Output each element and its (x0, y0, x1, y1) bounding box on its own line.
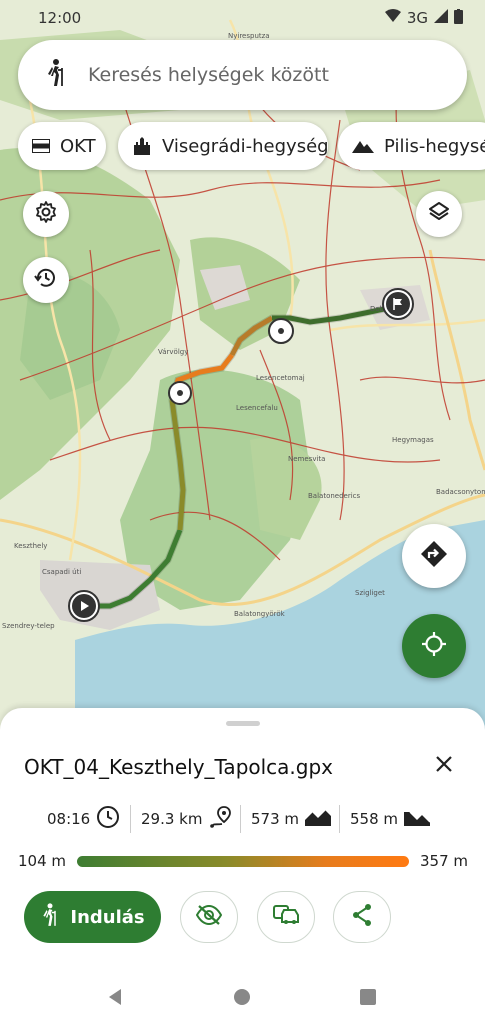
start-label: Indulás (70, 906, 145, 928)
chip-label: Visegrádi-hegység (162, 135, 329, 157)
search-bar[interactable]: Keresés helységek között (18, 40, 467, 110)
route-title: OKT_04_Keszthely_Tapolca.gpx (24, 755, 334, 779)
layers-icon (427, 200, 451, 228)
stat-descent: 558 m (350, 808, 431, 830)
svg-text:Nemesvita: Nemesvita (288, 455, 325, 463)
status-bar: 12:00 3G (0, 0, 485, 36)
sheet-drag-handle[interactable] (226, 721, 260, 726)
hide-route-button[interactable] (180, 891, 238, 943)
chip-okt[interactable]: OKT (18, 122, 106, 170)
route-distance-icon (208, 805, 232, 833)
chip-label: Pilis-hegység (384, 135, 485, 157)
svg-text:Balatonederics: Balatonederics (308, 492, 361, 500)
min-elevation: 104 m (18, 852, 67, 870)
history-button[interactable] (23, 257, 69, 303)
svg-text:Lesencetomaj: Lesencetomaj (256, 374, 305, 382)
transport-button[interactable] (257, 891, 315, 943)
hiker-icon (40, 902, 60, 933)
network-type: 3G (406, 9, 428, 27)
svg-text:Balatongyörök: Balatongyörök (234, 610, 286, 618)
route-start-marker[interactable] (68, 590, 100, 622)
my-location-button[interactable] (402, 614, 466, 678)
system-nav-bar (0, 970, 485, 1024)
elevation-range: 104 m 357 m (0, 850, 485, 872)
hiker-icon (44, 58, 68, 92)
svg-text:Várvölgy: Várvölgy (158, 348, 188, 356)
stat-ascent: 573 m (251, 808, 332, 830)
crosshair-icon (420, 630, 448, 662)
home-icon[interactable] (233, 988, 251, 1010)
close-button[interactable] (430, 752, 458, 780)
share-icon (351, 903, 373, 931)
svg-text:Lesencefalu: Lesencefalu (236, 404, 278, 412)
share-button[interactable] (333, 891, 391, 943)
route-end-marker[interactable] (382, 288, 414, 320)
elevation-gradient-bar (77, 856, 409, 867)
max-elevation: 357 m (420, 852, 469, 870)
route-stats: 08:16 29.3 km 573 m 558 m (0, 804, 485, 834)
castle-icon (132, 137, 152, 155)
svg-text:Badacsonytomaj: Badacsonytomaj (436, 488, 485, 496)
trail-mark-icon (32, 139, 50, 153)
svg-text:Szigliget: Szigliget (355, 589, 385, 597)
close-icon (435, 755, 453, 777)
stat-distance: 29.3 km (141, 805, 232, 833)
route-actions: Indulás (0, 891, 485, 943)
start-navigation-button[interactable]: Indulás (24, 891, 161, 943)
signal-icon (434, 9, 448, 27)
settings-button[interactable] (23, 191, 69, 237)
chip-pilis-hegyseg[interactable]: Pilis-hegység (338, 122, 485, 170)
search-input[interactable]: Keresés helységek között (88, 64, 329, 86)
wifi-icon (384, 9, 401, 27)
svg-text:Hegymagas: Hegymagas (392, 436, 434, 444)
stat-duration: 08:16 (47, 805, 120, 833)
duration-value: 08:16 (47, 810, 91, 828)
svg-text:Szendrey-telep: Szendrey-telep (2, 622, 55, 630)
directions-icon (419, 539, 449, 573)
descent-value: 558 m (350, 810, 399, 828)
distance-value: 29.3 km (141, 810, 203, 828)
directions-button[interactable] (402, 524, 466, 588)
svg-text:Keszthely: Keszthely (14, 542, 47, 550)
car-icon (272, 904, 300, 930)
waypoint-marker[interactable] (168, 381, 192, 405)
mountain-icon (352, 139, 374, 153)
eye-off-icon (195, 904, 223, 930)
layers-button[interactable] (416, 191, 462, 237)
svg-text:Csapadi úti: Csapadi úti (42, 568, 81, 576)
chip-label: OKT (60, 135, 96, 157)
ascent-value: 573 m (251, 810, 300, 828)
back-icon[interactable] (106, 988, 124, 1010)
history-icon (34, 266, 58, 294)
descent-icon (404, 808, 431, 830)
waypoint-marker[interactable] (268, 318, 294, 344)
battery-icon (454, 8, 463, 28)
gear-icon (34, 200, 58, 228)
ascent-icon (305, 808, 332, 830)
overview-icon[interactable] (359, 988, 377, 1010)
chip-visegradi-hegyseg[interactable]: Visegrádi-hegység (118, 122, 329, 170)
clock-icon (96, 805, 120, 833)
status-time: 12:00 (38, 9, 82, 27)
